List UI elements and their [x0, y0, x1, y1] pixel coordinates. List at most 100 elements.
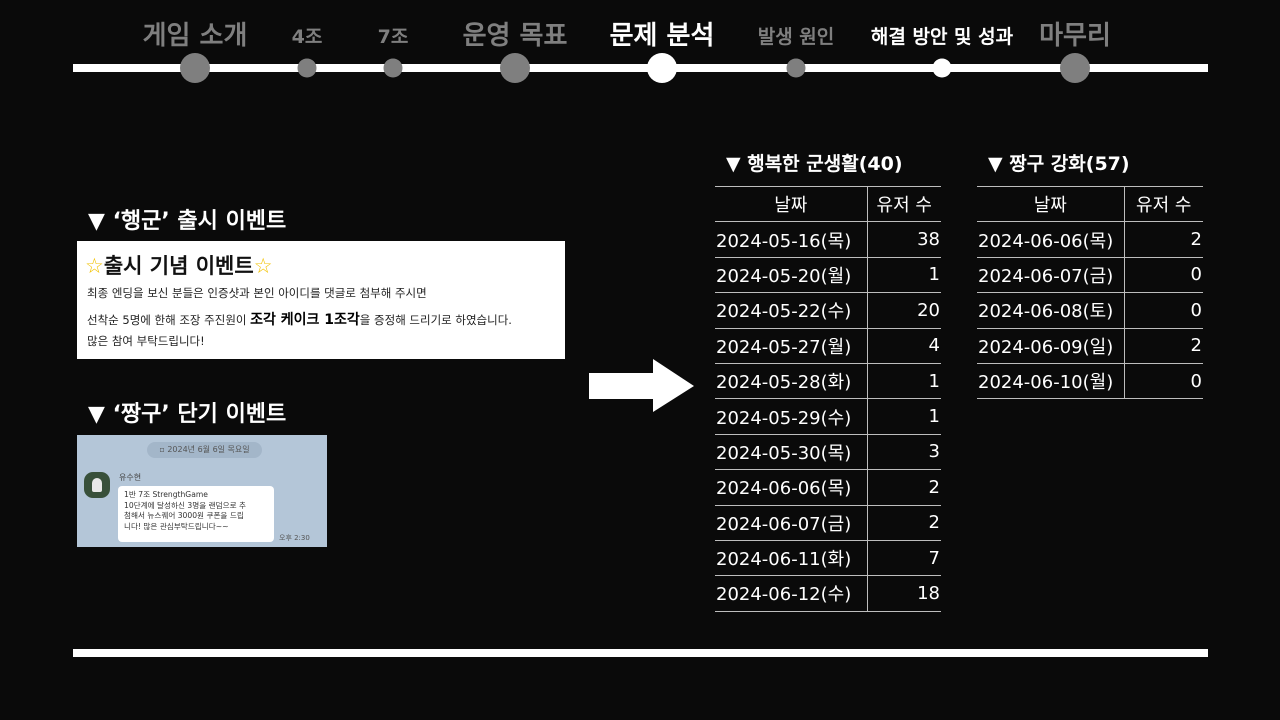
chat-date-badge: ▫ 2024년 6월 6일 목요일: [147, 442, 262, 458]
release-event-notice-image: ☆출시 기념 이벤트☆ 최종 엔딩을 보신 분들은 인증샷과 본인 아이디를 댓…: [77, 241, 565, 359]
event-line-2: 선착순 5명에 한해 조장 주진원이 조각 케이크 1조각을 증정해 드리기로 …: [87, 309, 512, 329]
short-event-heading: ▼ ‘짱구’ 단기 이벤트: [88, 402, 287, 427]
column-header-date: 날짜: [715, 185, 868, 223]
nav-dot-conclusion[interactable]: [1060, 53, 1090, 83]
table-row: 2024-05-20(월) 1: [715, 256, 941, 294]
nav-dot-team-4[interactable]: [297, 58, 317, 78]
nav-item-game-intro[interactable]: 게임 소개: [143, 15, 248, 52]
user-count-cell: 2: [867, 469, 941, 506]
nav-dot-operation-goal[interactable]: [500, 53, 530, 83]
right-arrow-icon: [589, 359, 694, 412]
date-cell: 2024-05-27(월): [715, 327, 868, 364]
chat-line: 1반 7조 StrengthGame: [124, 490, 208, 499]
table-header-row: 날짜 유저 수: [715, 185, 941, 223]
nav-dot-cause[interactable]: [786, 58, 806, 78]
date-cell: 2024-05-16(목): [715, 221, 868, 258]
nav-item-cause[interactable]: 발생 원인: [758, 22, 835, 49]
chat-sender: 유수현: [119, 473, 142, 482]
column-header-users: 유저 수: [867, 185, 941, 223]
nav-item-conclusion[interactable]: 마무리: [1039, 15, 1111, 52]
date-cell: 2024-05-29(수): [715, 398, 868, 435]
user-count-cell: 2: [1124, 327, 1203, 364]
table-row: 2024-06-12(수) 18: [715, 575, 941, 612]
table-row: 2024-06-09(일) 2: [977, 327, 1203, 364]
event-title-text: 출시 기념 이벤트: [103, 254, 254, 278]
chat-screenshot: ▫ 2024년 6월 6일 목요일 유수현 1반 7조 StrengthGame…: [77, 435, 327, 547]
nav-timeline-line: [73, 64, 1208, 72]
event-line-2-pre: 선착순 5명에 한해 조장 주진원이: [87, 313, 247, 327]
event-line-1: 최종 엔딩을 보신 분들은 인증샷과 본인 아이디를 댓글로 첨부해 주시면: [87, 286, 427, 300]
table-row: 2024-05-28(화) 1: [715, 362, 941, 400]
date-cell: 2024-06-09(일): [977, 327, 1125, 364]
date-cell: 2024-06-07(금): [977, 256, 1125, 294]
star-icon: ☆: [253, 254, 273, 278]
column-header-users: 유저 수: [1124, 185, 1203, 223]
user-count-cell: 0: [1124, 362, 1203, 400]
table-header-row: 날짜 유저 수: [977, 185, 1203, 223]
nav-item-operation-goal[interactable]: 운영 목표: [463, 15, 568, 52]
user-count-cell: 2: [867, 504, 941, 541]
date-cell: 2024-06-10(월): [977, 362, 1125, 400]
date-cell: 2024-05-30(목): [715, 433, 868, 471]
table-row: 2024-05-27(월) 4: [715, 327, 941, 364]
chat-date-text: 2024년 6월 6일 목요일: [167, 445, 250, 454]
table-row: 2024-06-08(토) 0: [977, 292, 1203, 329]
nav-item-solution-results[interactable]: 해결 방안 및 성과: [871, 22, 1013, 49]
avatar: [84, 472, 110, 498]
date-cell: 2024-05-22(수): [715, 292, 868, 329]
star-icon: ☆: [85, 254, 104, 278]
event-title: ☆출시 기념 이벤트☆: [85, 250, 273, 280]
chat-line: 10단계에 달성하신 3명을 랜덤으로 추: [124, 500, 246, 510]
event-line-3: 많은 참여 부탁드립니다!: [87, 334, 205, 348]
table-row: 2024-06-07(금) 0: [977, 256, 1203, 294]
nav-item-team-4[interactable]: 4조: [292, 22, 323, 49]
chat-line: 첨해서 뉴스퀘어 3000원 쿠폰을 드립: [124, 511, 244, 520]
table-row: 2024-06-07(금) 2: [715, 504, 941, 541]
date-cell: 2024-06-06(목): [715, 469, 868, 506]
user-count-cell: 0: [1124, 292, 1203, 329]
user-count-cell: 7: [867, 539, 941, 577]
nav-dot-team-7[interactable]: [383, 58, 403, 78]
table-row: 2024-06-11(화) 7: [715, 539, 941, 577]
user-count-cell: 0: [1124, 256, 1203, 294]
nav-item-team-7[interactable]: 7조: [378, 22, 409, 49]
nav-dot-game-intro[interactable]: [180, 53, 210, 83]
table-row: 2024-06-10(월) 0: [977, 362, 1203, 400]
table-row: 2024-05-30(목) 3: [715, 433, 941, 471]
date-cell: 2024-06-08(토): [977, 292, 1125, 329]
user-count-cell: 3: [867, 433, 941, 471]
user-count-cell: 2: [1124, 221, 1203, 258]
table2-title: ▼ 짱구 강화(57): [988, 153, 1130, 175]
jjanggu-upgrade-table: 날짜 유저 수 2024-06-06(목) 2 2024-06-07(금) 0 2024…: [977, 185, 1203, 400]
nav-item-problem-analysis[interactable]: 문제 분석: [610, 15, 715, 52]
nav-dot-problem-analysis-active[interactable]: [647, 53, 677, 83]
user-count-cell: 1: [867, 398, 941, 435]
date-cell: 2024-06-12(수): [715, 575, 868, 612]
table1-title: ▼ 행복한 군생활(40): [726, 153, 903, 175]
date-cell: 2024-06-07(금): [715, 504, 868, 541]
column-header-date: 날짜: [977, 185, 1125, 223]
table-row: 2024-06-06(목) 2: [977, 221, 1203, 258]
chat-line: 니다! 많은 관심부탁드립니다~~: [124, 521, 229, 531]
date-cell: 2024-06-11(화): [715, 539, 868, 577]
table-row: 2024-06-06(목) 2: [715, 469, 941, 506]
event-line-2-bold: 조각 케이크 1조각: [250, 312, 360, 328]
happy-army-life-table: 날짜 유저 수 2024-05-16(목) 38 2024-05-20(월) 1 202…: [715, 185, 941, 612]
user-count-cell: 4: [867, 327, 941, 364]
user-count-cell: 1: [867, 256, 941, 294]
date-cell: 2024-05-28(화): [715, 362, 868, 400]
user-count-cell: 20: [867, 292, 941, 329]
date-cell: 2024-06-06(목): [977, 221, 1125, 258]
calendar-icon: ▫: [159, 445, 165, 454]
nav-dot-solution-results[interactable]: [932, 58, 952, 78]
table-row: 2024-05-29(수) 1: [715, 398, 941, 435]
chat-bubble: 1반 7조 StrengthGame 10단계에 달성하신 3명을 랜덤으로 추…: [118, 486, 274, 542]
chat-time: 오후 2:30: [279, 534, 310, 542]
event-line-2-post: 을 증정해 드리기로 하였습니다.: [359, 313, 512, 327]
table-row: 2024-05-16(목) 38: [715, 221, 941, 258]
bottom-divider: [73, 649, 1208, 657]
table-row: 2024-05-22(수) 20: [715, 292, 941, 329]
user-count-cell: 18: [867, 575, 941, 612]
user-count-cell: 1: [867, 362, 941, 400]
user-count-cell: 38: [867, 221, 941, 258]
